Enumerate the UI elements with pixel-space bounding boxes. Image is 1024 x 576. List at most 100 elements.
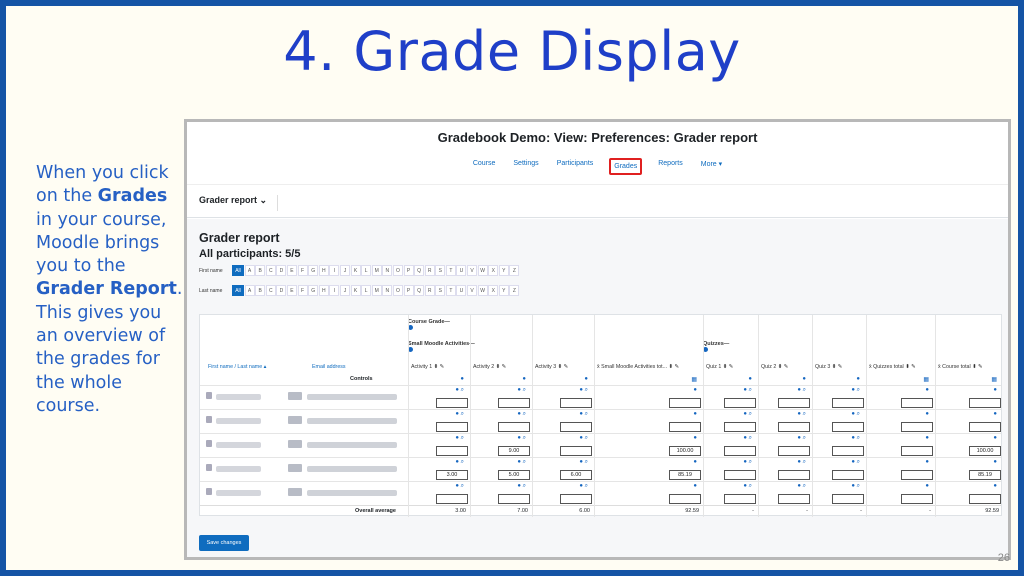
initial-filter-d[interactable]: D [276,265,287,276]
initial-filter-m[interactable]: M [371,285,382,296]
cell-actions-icon[interactable]: ● [693,387,697,393]
cell-actions-icon[interactable]: ● ⌕ [455,459,464,466]
grade-input[interactable] [969,398,1001,408]
col-header-6[interactable]: Quiz 3 ⬍ ✎ [815,361,842,373]
col-header-7[interactable]: x̄ Quizzes total ⬍ ✎ [869,361,916,373]
cell-actions-icon[interactable]: ● ⌕ [743,387,752,394]
initial-filter-k[interactable]: K [350,265,361,276]
initial-filter-a[interactable]: A [244,285,255,296]
cell-actions-icon[interactable]: ● [993,387,997,393]
initial-filter-u[interactable]: U [456,265,467,276]
grade-input[interactable] [778,398,810,408]
grade-input[interactable] [901,470,933,480]
col-header-1[interactable]: Activity 2 ⬍ ✎ [473,361,506,373]
cell-actions-icon[interactable]: ● ⌕ [851,435,860,442]
gear-icon[interactable]: ● [802,376,806,382]
initial-filter-u[interactable]: U [456,285,467,296]
initial-filter-n[interactable]: N [382,265,393,276]
initial-filter-x[interactable]: X [488,265,499,276]
cell-actions-icon[interactable]: ● [693,435,697,441]
grade-input[interactable] [778,422,810,432]
initial-filter-s[interactable]: S [435,265,446,276]
initial-filter-a[interactable]: A [244,265,255,276]
cell-actions-icon[interactable]: ● ⌕ [517,387,526,394]
grade-input[interactable] [832,470,864,480]
cell-actions-icon[interactable]: ● ⌕ [517,459,526,466]
initial-filter-n[interactable]: N [382,285,393,296]
grade-input[interactable]: 100.00 [969,446,1001,456]
cell-actions-icon[interactable]: ● ⌕ [579,483,588,490]
nav-grades[interactable]: Grades [609,158,643,175]
initial-filter-t[interactable]: T [445,265,456,276]
initial-filter-l[interactable]: L [361,265,372,276]
grade-input[interactable] [560,398,592,408]
initial-filter-z[interactable]: Z [509,285,520,296]
initial-filter-m[interactable]: M [371,265,382,276]
grade-input[interactable] [778,446,810,456]
initial-filter-f[interactable]: F [297,285,308,296]
grade-input[interactable] [498,398,530,408]
initial-filter-l[interactable]: L [361,285,372,296]
user-actions-icon[interactable] [288,464,302,472]
grade-input[interactable] [724,422,756,432]
cell-actions-icon[interactable]: ● [925,411,929,417]
grade-input[interactable] [969,494,1001,504]
cell-actions-icon[interactable]: ● ⌕ [517,435,526,442]
cell-actions-icon[interactable]: ● ⌕ [455,387,464,394]
nav-settings[interactable]: Settings [511,158,540,175]
cell-actions-icon[interactable]: ● [925,387,929,393]
cell-actions-icon[interactable]: ● [993,459,997,465]
col-email[interactable]: Email address [312,361,346,373]
grade-input[interactable] [901,494,933,504]
grade-input[interactable] [498,422,530,432]
gear-icon[interactable]: ● [522,376,526,382]
initial-filter-p[interactable]: P [403,285,414,296]
initial-filter-f[interactable]: F [297,265,308,276]
cell-actions-icon[interactable]: ● ⌕ [851,387,860,394]
initial-filter-z[interactable]: Z [509,265,520,276]
col-header-2[interactable]: Activity 3 ⬍ ✎ [535,361,568,373]
grade-input[interactable] [901,446,933,456]
cell-actions-icon[interactable]: ● ⌕ [797,411,806,418]
gear-icon[interactable]: ● [584,376,588,382]
initial-filter-v[interactable]: V [467,265,478,276]
initial-filter-c[interactable]: C [265,285,276,296]
grade-input[interactable] [560,494,592,504]
grade-input[interactable] [969,422,1001,432]
initial-filter-p[interactable]: P [403,265,414,276]
initial-filter-t[interactable]: T [445,285,456,296]
cell-actions-icon[interactable]: ● [693,483,697,489]
grade-input[interactable] [436,398,468,408]
initial-filter-i[interactable]: I [329,285,340,296]
gear-icon[interactable]: ● [748,376,752,382]
nav-more[interactable]: More ▾ [699,158,724,175]
grade-input[interactable] [436,446,468,456]
grade-input[interactable] [901,398,933,408]
initial-filter-r[interactable]: R [424,265,435,276]
grade-input[interactable] [832,422,864,432]
save-changes-button[interactable]: Save changes [199,535,249,551]
initial-filter-all[interactable]: All [232,265,244,276]
cell-actions-icon[interactable]: ● [693,411,697,417]
cell-actions-icon[interactable]: ● ⌕ [455,483,464,490]
initial-filter-d[interactable]: D [276,285,287,296]
cell-actions-icon[interactable]: ● ⌕ [743,483,752,490]
cell-actions-icon[interactable]: ● [993,483,997,489]
col-header-0[interactable]: Activity 1 ⬍ ✎ [411,361,444,373]
col-header-8[interactable]: x̄ Course total ⬍ ✎ [938,361,983,373]
initial-filter-b[interactable]: B [255,265,266,276]
grade-input[interactable]: 5.00 [498,470,530,480]
grade-input[interactable] [436,422,468,432]
col-header-3[interactable]: x̄ Small Moodle Activities tot... ⬍ ✎ [597,361,679,373]
initial-filter-s[interactable]: S [435,285,446,296]
initial-filter-all[interactable]: All [232,285,244,296]
col-header-5[interactable]: Quiz 2 ⬍ ✎ [761,361,788,373]
initial-filter-h[interactable]: H [318,285,329,296]
grade-input[interactable] [560,422,592,432]
initial-filter-g[interactable]: G [308,285,319,296]
grade-input[interactable]: 3.00 [436,470,468,480]
grade-input[interactable] [724,398,756,408]
grade-input[interactable] [560,446,592,456]
cell-actions-icon[interactable]: ● ⌕ [455,411,464,418]
cell-actions-icon[interactable]: ● ⌕ [579,435,588,442]
